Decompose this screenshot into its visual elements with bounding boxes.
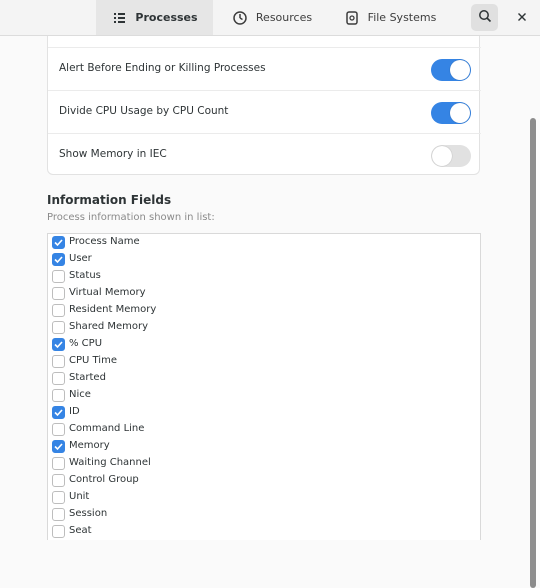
show-memory-iec-switch[interactable]	[431, 145, 471, 167]
field-row-memory[interactable]: Memory	[48, 438, 478, 455]
tab-file-systems[interactable]: File Systems	[335, 0, 445, 35]
checkbox[interactable]	[52, 508, 65, 521]
preferences-content: Alert Before Ending or Killing Processes…	[0, 36, 540, 540]
checkbox[interactable]	[52, 406, 65, 419]
tab-file-systems-label: File Systems	[367, 11, 437, 24]
field-row-process-name[interactable]: Process Name	[48, 234, 478, 251]
checkbox[interactable]	[52, 457, 65, 470]
field-label: Memory	[69, 440, 110, 451]
checkbox[interactable]	[52, 236, 65, 249]
scrollbar-thumb[interactable]	[530, 118, 536, 588]
checkbox[interactable]	[52, 372, 65, 385]
checkbox[interactable]	[52, 355, 65, 368]
field-row-started[interactable]: Started	[48, 370, 478, 387]
drive-icon	[344, 10, 360, 26]
field-label: Started	[69, 372, 106, 383]
checkbox[interactable]	[52, 304, 65, 317]
switch-settings-card: Alert Before Ending or Killing Processes…	[47, 36, 481, 175]
field-row-waiting-channel[interactable]: Waiting Channel	[48, 455, 478, 472]
field-row-status[interactable]: Status	[48, 268, 478, 285]
field-label: Waiting Channel	[69, 457, 151, 468]
show-memory-iec-row: Show Memory in IEC	[48, 133, 481, 175]
field-row-control-group[interactable]: Control Group	[48, 472, 478, 489]
field-row-unit[interactable]: Unit	[48, 489, 478, 506]
checkbox[interactable]	[52, 270, 65, 283]
checkbox[interactable]	[52, 253, 65, 266]
field-label: Nice	[69, 389, 91, 400]
field-label: Process Name	[69, 236, 140, 247]
field-row-shared-memory[interactable]: Shared Memory	[48, 319, 478, 336]
field-label: Resident Memory	[69, 304, 157, 315]
checkbox[interactable]	[52, 440, 65, 453]
alert-before-kill-row: Alert Before Ending or Killing Processes	[48, 47, 481, 89]
field-label: User	[69, 253, 92, 264]
checkbox[interactable]	[52, 389, 65, 402]
tab-resources-label: Resources	[255, 11, 313, 24]
field-label: Seat	[69, 525, 92, 536]
field-label: % CPU	[69, 338, 103, 349]
tab-processes[interactable]: Processes	[96, 0, 213, 35]
checkbox[interactable]	[52, 287, 65, 300]
checkbox[interactable]	[52, 423, 65, 436]
divide-cpu-label: Divide CPU Usage by CPU Count	[59, 105, 229, 117]
field-row-virtual-memory[interactable]: Virtual Memory	[48, 285, 478, 302]
checkbox[interactable]	[52, 474, 65, 487]
checkbox[interactable]	[52, 491, 65, 504]
field-label: Command Line	[69, 423, 145, 434]
divide-cpu-row: Divide CPU Usage by CPU Count	[48, 90, 481, 132]
information-fields-list: Process Name User Status Virtual Memory …	[47, 233, 481, 540]
tab-processes-label: Processes	[135, 11, 198, 24]
divide-cpu-switch[interactable]	[431, 102, 471, 124]
field-row-session[interactable]: Session	[48, 506, 478, 523]
vertical-scrollbar[interactable]	[529, 78, 537, 588]
field-row-command-line[interactable]: Command Line	[48, 421, 478, 438]
close-icon	[517, 10, 527, 26]
search-button[interactable]	[471, 4, 498, 31]
alert-before-kill-label: Alert Before Ending or Killing Processes	[59, 62, 266, 74]
field-label: Virtual Memory	[69, 287, 146, 298]
field-row-seat[interactable]: Seat	[48, 523, 478, 540]
field-row-cpu-percent[interactable]: % CPU	[48, 336, 478, 353]
alert-before-kill-switch[interactable]	[431, 59, 471, 81]
field-label: Unit	[69, 491, 90, 502]
field-row-cpu-time[interactable]: CPU Time	[48, 353, 478, 370]
field-row-nice[interactable]: Nice	[48, 387, 478, 404]
field-label: Session	[69, 508, 108, 519]
field-label: Shared Memory	[69, 321, 149, 332]
information-fields-subtitle: Process information shown in list:	[47, 212, 215, 223]
close-button[interactable]	[508, 4, 535, 31]
field-label: CPU Time	[69, 355, 117, 366]
gauge-icon	[232, 10, 248, 26]
field-row-user[interactable]: User	[48, 251, 478, 268]
list-icon	[111, 10, 127, 26]
header-bar: Processes Resources File Systems	[0, 0, 540, 36]
checkbox[interactable]	[52, 321, 65, 334]
show-memory-iec-label: Show Memory in IEC	[59, 148, 167, 160]
search-icon	[478, 8, 492, 27]
field-label: Control Group	[69, 474, 139, 485]
field-label: Status	[69, 270, 101, 281]
checkbox[interactable]	[52, 338, 65, 351]
field-label: ID	[69, 406, 80, 417]
field-row-id[interactable]: ID	[48, 404, 478, 421]
tab-resources[interactable]: Resources	[222, 0, 322, 35]
field-row-resident-memory[interactable]: Resident Memory	[48, 302, 478, 319]
information-fields-title: Information Fields	[47, 193, 172, 207]
checkbox[interactable]	[52, 525, 65, 538]
